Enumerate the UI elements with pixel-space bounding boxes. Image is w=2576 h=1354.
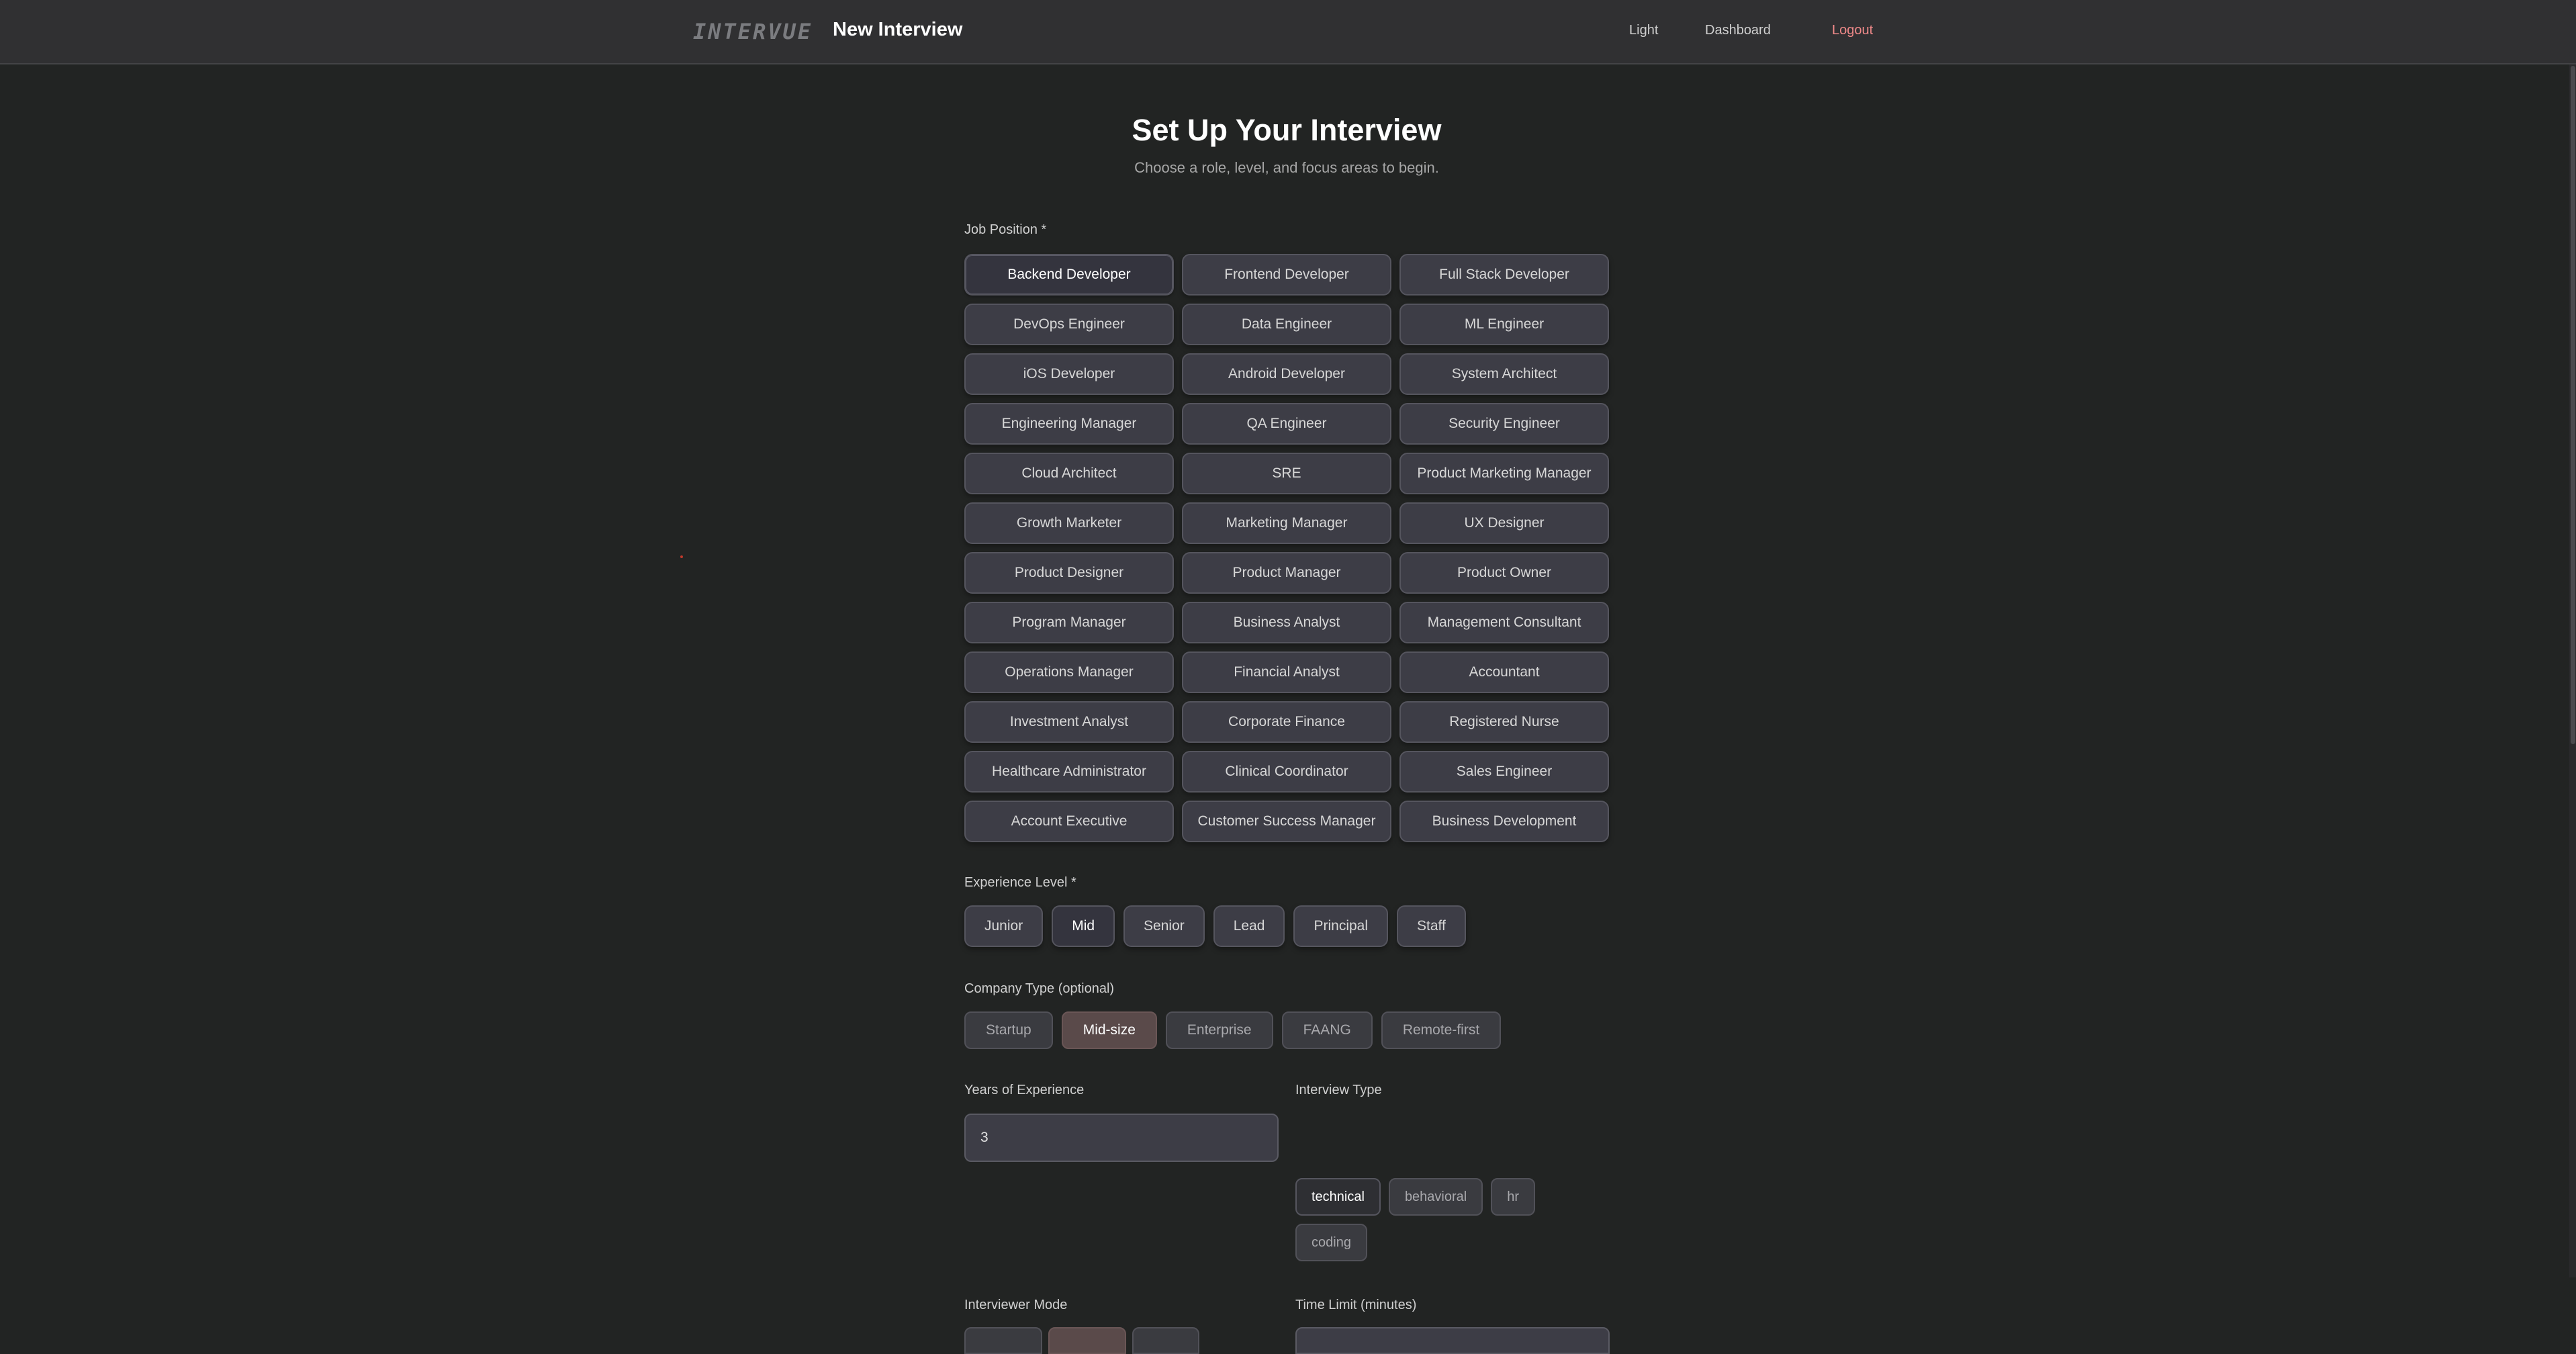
company-option-faang[interactable]: FAANG <box>1281 1011 1373 1049</box>
job-option-product-manager[interactable]: Product Manager <box>1182 552 1391 594</box>
company-option-enterprise[interactable]: Enterprise <box>1165 1011 1273 1049</box>
level-option-mid[interactable]: Mid <box>1052 905 1115 947</box>
job-option-healthcare-administrator[interactable]: Healthcare Administrator <box>964 751 1174 793</box>
interview-type-options: technical behavioral hr coding <box>1295 1178 1577 1269</box>
job-option-qa-engineer[interactable]: QA Engineer <box>1182 403 1391 445</box>
theme-toggle-link[interactable]: Light <box>1629 23 1658 38</box>
job-option-program-manager[interactable]: Program Manager <box>964 602 1174 643</box>
nav-page-title: New Interview <box>833 19 963 40</box>
level-option-senior[interactable]: Senior <box>1123 905 1205 947</box>
job-option-business-analyst[interactable]: Business Analyst <box>1182 602 1391 643</box>
job-option-management-consultant[interactable]: Management Consultant <box>1399 602 1609 643</box>
job-option-account-executive[interactable]: Account Executive <box>964 801 1174 842</box>
job-option-ml-engineer[interactable]: ML Engineer <box>1399 304 1609 345</box>
job-option-cloud-architect[interactable]: Cloud Architect <box>964 453 1174 494</box>
job-option-financial-analyst[interactable]: Financial Analyst <box>1182 651 1391 693</box>
job-option-engineering-manager[interactable]: Engineering Manager <box>964 403 1174 445</box>
job-option-sales-engineer[interactable]: Sales Engineer <box>1399 751 1609 793</box>
job-option-ux-designer[interactable]: UX Designer <box>1399 502 1609 544</box>
dashboard-link[interactable]: Dashboard <box>1705 23 1771 38</box>
company-option-startup[interactable]: Startup <box>964 1011 1053 1049</box>
job-option-full-stack-developer[interactable]: Full Stack Developer <box>1399 254 1609 296</box>
time-limit-label: Time Limit (minutes) <box>1295 1298 1417 1312</box>
job-option-data-engineer[interactable]: Data Engineer <box>1182 304 1391 345</box>
company-option-remote-first[interactable]: Remote-first <box>1381 1011 1502 1049</box>
interview-type-option-behavioral[interactable]: behavioral <box>1388 1178 1483 1216</box>
logout-link[interactable]: Logout <box>1832 23 1873 38</box>
job-position-grid: Backend Developer Frontend Developer Full … <box>964 254 1609 842</box>
job-option-system-architect[interactable]: System Architect <box>1399 353 1609 395</box>
interview-type-option-coding[interactable]: coding <box>1295 1224 1367 1261</box>
job-position-label: Job Position * <box>964 222 1047 237</box>
scrollbar-thumb[interactable] <box>2571 66 2575 744</box>
stray-cursor-dot <box>680 555 683 558</box>
experience-level-label: Experience Level * <box>964 875 1076 890</box>
years-of-experience-label: Years of Experience <box>964 1083 1085 1097</box>
job-option-ios-developer[interactable]: iOS Developer <box>964 353 1174 395</box>
page-subtitle: Choose a role, level, and focus areas to… <box>1134 159 1439 176</box>
level-option-junior[interactable]: Junior <box>964 905 1044 947</box>
years-of-experience-input[interactable] <box>964 1114 1279 1162</box>
interviewer-mode-label: Interviewer Mode <box>964 1298 1068 1312</box>
job-option-clinical-coordinator[interactable]: Clinical Coordinator <box>1182 751 1391 793</box>
level-option-lead[interactable]: Lead <box>1213 905 1285 947</box>
job-option-registered-nurse[interactable]: Registered Nurse <box>1399 701 1609 743</box>
job-option-marketing-manager[interactable]: Marketing Manager <box>1182 502 1391 544</box>
experience-level-options: Junior Mid Senior Lead Principal Staff <box>964 905 1475 947</box>
job-option-operations-manager[interactable]: Operations Manager <box>964 651 1174 693</box>
interview-type-option-technical[interactable]: technical <box>1295 1178 1381 1216</box>
job-option-product-owner[interactable]: Product Owner <box>1399 552 1609 594</box>
job-option-frontend-developer[interactable]: Frontend Developer <box>1182 254 1391 296</box>
interviewer-mode-option[interactable] <box>964 1327 1042 1354</box>
job-option-business-development[interactable]: Business Development <box>1399 801 1609 842</box>
interview-type-label: Interview Type <box>1295 1083 1382 1097</box>
interview-type-option-hr[interactable]: hr <box>1491 1178 1536 1216</box>
job-option-investment-analyst[interactable]: Investment Analyst <box>964 701 1174 743</box>
level-option-staff[interactable]: Staff <box>1397 905 1466 947</box>
interviewer-mode-option[interactable] <box>1132 1327 1199 1354</box>
job-option-devops-engineer[interactable]: DevOps Engineer <box>964 304 1174 345</box>
job-option-sre[interactable]: SRE <box>1182 453 1391 494</box>
job-option-corporate-finance[interactable]: Corporate Finance <box>1182 701 1391 743</box>
company-type-options: Startup Mid-size Enterprise FAANG Remote-fir… <box>964 1011 1510 1049</box>
app-logo[interactable]: INTERVUE <box>693 19 813 44</box>
company-option-mid-size[interactable]: Mid-size <box>1061 1011 1157 1049</box>
company-type-label: Company Type (optional) <box>964 981 1115 996</box>
job-option-backend-developer[interactable]: Backend Developer <box>964 254 1174 296</box>
job-option-customer-success-manager[interactable]: Customer Success Manager <box>1182 801 1391 842</box>
interviewer-mode-options <box>964 1327 1205 1354</box>
job-option-growth-marketer[interactable]: Growth Marketer <box>964 502 1174 544</box>
top-navbar: INTERVUE New Interview Light Dashboard L… <box>0 0 2576 64</box>
job-option-security-engineer[interactable]: Security Engineer <box>1399 403 1609 445</box>
level-option-principal[interactable]: Principal <box>1293 905 1389 947</box>
page-title: Set Up Your Interview <box>1132 113 1442 147</box>
job-option-android-developer[interactable]: Android Developer <box>1182 353 1391 395</box>
interviewer-mode-option-selected[interactable] <box>1048 1327 1126 1354</box>
job-option-product-marketing-manager[interactable]: Product Marketing Manager <box>1399 453 1609 494</box>
job-option-accountant[interactable]: Accountant <box>1399 651 1609 693</box>
job-option-product-designer[interactable]: Product Designer <box>964 552 1174 594</box>
time-limit-input[interactable] <box>1295 1327 1610 1354</box>
